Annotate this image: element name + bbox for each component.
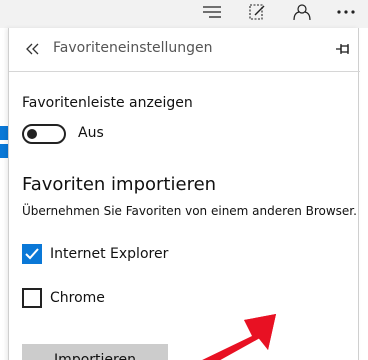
hub-icon[interactable] bbox=[192, 0, 232, 24]
import-section-title: Favoriten importieren bbox=[22, 174, 217, 195]
chrome-checkbox[interactable] bbox=[22, 288, 42, 308]
page-content-fragment bbox=[0, 126, 8, 140]
checkmark-icon bbox=[25, 248, 39, 260]
page-content-fragment bbox=[0, 144, 8, 158]
double-chevron-left-icon bbox=[26, 43, 39, 55]
import-section-description: Übernehmen Sie Favoriten von einem ander… bbox=[22, 204, 357, 218]
browser-toolbar bbox=[0, 0, 368, 28]
internet-explorer-checkbox[interactable] bbox=[22, 244, 42, 264]
pin-button[interactable] bbox=[333, 38, 355, 60]
panel-title: Favoriteneinstellungen bbox=[53, 40, 213, 56]
annotation-arrow bbox=[202, 314, 276, 360]
web-note-icon[interactable] bbox=[237, 0, 277, 24]
internet-explorer-label[interactable]: Internet Explorer bbox=[50, 246, 168, 262]
more-icon[interactable] bbox=[326, 0, 366, 24]
toggle-knob bbox=[27, 129, 37, 139]
chrome-label[interactable]: Chrome bbox=[50, 290, 105, 306]
favorites-bar-toggle[interactable] bbox=[22, 124, 66, 144]
share-icon[interactable] bbox=[282, 0, 322, 24]
toggle-state-text: Aus bbox=[78, 125, 104, 141]
favorites-bar-label: Favoritenleiste anzeigen bbox=[22, 95, 193, 111]
panel-header: Favoriteneinstellungen bbox=[9, 28, 360, 72]
back-button[interactable] bbox=[21, 36, 45, 62]
import-button[interactable]: Importieren bbox=[22, 344, 168, 360]
pin-icon bbox=[336, 44, 349, 54]
browser-window: Favoriteneinstellungen Favoritenleiste a… bbox=[0, 0, 368, 360]
